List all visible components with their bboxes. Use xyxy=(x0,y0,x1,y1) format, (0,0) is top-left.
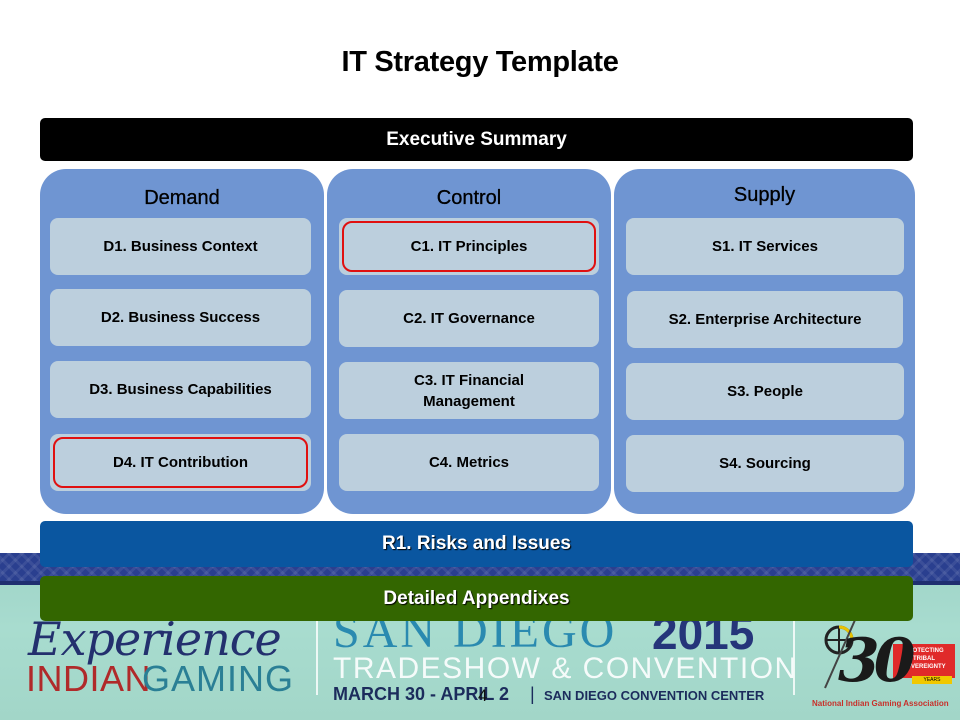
executive-summary-bar: Executive Summary xyxy=(40,118,913,161)
niga-org-name: National Indian Gaming Association xyxy=(812,699,949,708)
item-label: S4. Sourcing xyxy=(719,455,811,472)
banner-venue-text: SAN DIEGO CONVENTION CENTER xyxy=(544,688,765,703)
supply-item-s3: S3. People xyxy=(626,363,904,420)
control-item-c1-highlighted: C1. IT Principles xyxy=(339,218,599,275)
supply-title: Supply xyxy=(733,184,796,206)
item-label: D3. Business Capabilities xyxy=(89,381,272,398)
slide-title: IT Strategy Template xyxy=(341,46,619,78)
item-label: D4. IT Contribution xyxy=(113,454,248,471)
detailed-appendixes-bar: Detailed Appendixes xyxy=(40,576,913,621)
supply-item-s2: S2. Enterprise Architecture xyxy=(627,291,903,348)
control-item-c3: C3. IT Financial Management xyxy=(339,362,599,419)
supply-item-s1: S1. IT Services xyxy=(626,218,904,275)
niga-30-logo: 30 xyxy=(838,626,915,696)
banner-separator: | xyxy=(530,684,535,704)
item-label: D2. Business Success xyxy=(100,309,261,326)
demand-panel: Demand D1. Business Context D2. Business… xyxy=(40,169,324,514)
niga-years: YEARS xyxy=(912,676,952,684)
demand-item-d2: D2. Business Success xyxy=(50,289,311,346)
supply-item-s4: S4. Sourcing xyxy=(626,435,904,492)
demand-title: Demand xyxy=(144,187,220,209)
page-number: 4 xyxy=(478,686,488,705)
demand-item-d1: D1. Business Context xyxy=(50,218,311,275)
banner-divider xyxy=(316,620,318,695)
control-item-c2: C2. IT Governance xyxy=(339,290,599,347)
demand-item-d3: D3. Business Capabilities xyxy=(50,361,311,418)
banner-gaming-text: GAMING xyxy=(142,658,295,699)
control-title: Control xyxy=(436,187,502,209)
control-panel: Control C1. IT Principles C2. IT Governa… xyxy=(327,169,611,514)
item-label: S3. People xyxy=(727,383,803,400)
item-label: D1. Business Context xyxy=(103,238,258,255)
item-label: S1. IT Services xyxy=(712,238,818,255)
banner-indian-text: INDIAN xyxy=(26,658,152,699)
control-item-c4: C4. Metrics xyxy=(339,434,599,491)
item-label: C2. IT Governance xyxy=(403,310,535,327)
item-label: C1. IT Principles xyxy=(410,238,528,255)
banner-event-text: TRADESHOW & CONVENTION xyxy=(333,652,798,685)
risks-issues-bar: R1. Risks and Issues xyxy=(40,521,913,567)
item-label: C4. Metrics xyxy=(428,454,510,471)
item-label: C3. IT Financial Management xyxy=(413,371,525,410)
supply-panel: Supply S1. IT Services S2. Enterprise Ar… xyxy=(614,169,915,514)
item-label: S2. Enterprise Architecture xyxy=(668,311,862,328)
demand-item-d4-highlighted: D4. IT Contribution xyxy=(50,434,311,491)
